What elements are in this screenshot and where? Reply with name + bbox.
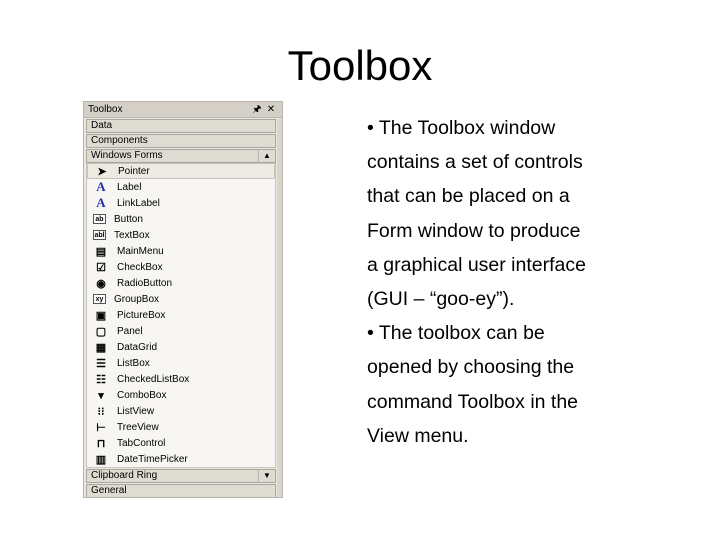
checkbox-icon: ☑	[96, 261, 106, 274]
toolbox-item[interactable]: ▥ DateTimePicker	[87, 451, 275, 467]
bullet-line: opened by choosing the	[367, 356, 575, 379]
category-general[interactable]: General	[86, 484, 276, 497]
toolbox-item-label: DateTimePicker	[117, 453, 188, 465]
toolbox-item-label: Panel	[117, 325, 143, 337]
toolbox-item[interactable]: abl TextBox	[87, 227, 275, 243]
toolbox-item-label: Button	[114, 213, 143, 225]
toolbox-title: Toolbox	[88, 104, 123, 115]
treeview-icon: ⊢	[96, 421, 106, 434]
bullet-line: (GUI – “goo-ey”).	[367, 288, 515, 311]
checkedlistbox-icon: ☷	[96, 373, 106, 386]
bullet-line: command Toolbox in the	[367, 390, 579, 413]
toolbox-item-label: Pointer	[118, 165, 150, 177]
pin-icon[interactable]: 🖈	[250, 103, 264, 117]
category-windows-forms[interactable]: Windows Forms ▲	[86, 149, 276, 163]
toolbox-item[interactable]: ☑ CheckBox	[87, 259, 275, 275]
textbox-icon: abl	[93, 230, 106, 240]
toolbox-item[interactable]: ⊓ TabControl	[87, 435, 275, 451]
bullet-line: that can be placed on a	[367, 185, 570, 208]
toolbox-items-list: ➤ Pointer A Label A LinkLabel ab Button abl TextB…	[86, 163, 276, 468]
toolbox-edge	[277, 119, 282, 497]
bullet-line: Form window to produce	[367, 219, 581, 242]
category-clipboard-ring[interactable]: Clipboard Ring ▼	[86, 469, 276, 483]
bullet-line: View menu.	[367, 424, 469, 447]
toolbox-item-label: LinkLabel	[117, 197, 160, 209]
category-data[interactable]: Data	[86, 119, 276, 133]
radiobutton-icon: ◉	[96, 277, 106, 290]
toolbox-item-label: CheckedListBox	[117, 373, 190, 385]
toolbox-item-label: RadioButton	[117, 277, 173, 289]
toolbox-item-label: TextBox	[114, 229, 150, 241]
picturebox-icon: ▣	[95, 309, 107, 322]
slide-title: Toolbox	[287, 42, 433, 89]
pointer-icon: ➤	[97, 165, 107, 178]
toolbox-item-label: CheckBox	[117, 261, 163, 273]
toolbox-titlebar[interactable]: Toolbox 🖈 ✕	[84, 102, 282, 118]
panel-icon: ▢	[95, 325, 107, 338]
toolbox-item[interactable]: ▣ PictureBox	[87, 307, 275, 323]
scroll-down-icon[interactable]: ▼	[258, 470, 275, 482]
toolbox-item[interactable]: ▤ MainMenu	[87, 243, 275, 259]
category-components[interactable]: Components	[86, 134, 276, 148]
listview-icon: ⁝⁝	[97, 405, 105, 418]
toolbox-item-label: ComboBox	[117, 389, 167, 401]
slide-bullets: • The Toolbox window contains a set of co…	[367, 111, 667, 453]
scroll-up-icon[interactable]: ▲	[258, 150, 275, 162]
linklabel-icon: A	[96, 195, 106, 210]
label-icon: A	[96, 179, 106, 194]
toolbox-item[interactable]: ➤ Pointer	[87, 163, 275, 179]
toolbox-item-label: PictureBox	[117, 309, 166, 321]
toolbox-item[interactable]: ◉ RadioButton	[87, 275, 275, 291]
toolbox-item[interactable]: ▢ Panel	[87, 323, 275, 339]
bullet-line: • The Toolbox window	[367, 117, 556, 139]
toolbox-item-label: DataGrid	[117, 341, 158, 353]
combobox-icon: ▾	[98, 389, 104, 402]
datagrid-icon: ▦	[95, 341, 107, 354]
close-icon[interactable]: ✕	[264, 103, 278, 117]
toolbox-window[interactable]: Toolbox 🖈 ✕ Data Components Windows Form…	[83, 101, 283, 498]
toolbox-item-label: MainMenu	[117, 245, 164, 257]
toolbox-item-label: Label	[117, 181, 142, 193]
toolbox-item[interactable]: ▦ DataGrid	[87, 339, 275, 355]
bullet-line: contains a set of controls	[367, 151, 583, 174]
mainmenu-icon: ▤	[95, 245, 107, 258]
tabcontrol-icon: ⊓	[96, 437, 106, 450]
listbox-icon: ☰	[96, 357, 106, 370]
toolbox-item[interactable]: ⊢ TreeView	[87, 419, 275, 435]
toolbox-item-label: ListBox	[117, 357, 150, 369]
bullet-line: • The toolbox can be	[367, 322, 545, 345]
toolbox-item-label: GroupBox	[114, 293, 160, 305]
toolbox-item-label: TreeView	[117, 421, 159, 433]
toolbox-item[interactable]: xy GroupBox	[87, 291, 275, 307]
toolbox-item[interactable]: ☰ ListBox	[87, 355, 275, 371]
toolbox-item-label: TabControl	[117, 437, 166, 449]
toolbox-item[interactable]: A LinkLabel	[87, 195, 275, 211]
toolbox-item-label: ListView	[117, 405, 155, 417]
toolbox-item[interactable]: A Label	[87, 179, 275, 195]
toolbox-item[interactable]: ☷ CheckedListBox	[87, 371, 275, 387]
datetimepicker-icon: ▥	[95, 453, 107, 466]
toolbox-item[interactable]: ⁝⁝ ListView	[87, 403, 275, 419]
bullet-line: a graphical user interface	[367, 253, 586, 276]
toolbox-item[interactable]: ab Button	[87, 211, 275, 227]
button-icon: ab	[93, 214, 106, 224]
toolbox-item[interactable]: ▾ ComboBox	[87, 387, 275, 403]
groupbox-icon: xy	[93, 294, 106, 304]
